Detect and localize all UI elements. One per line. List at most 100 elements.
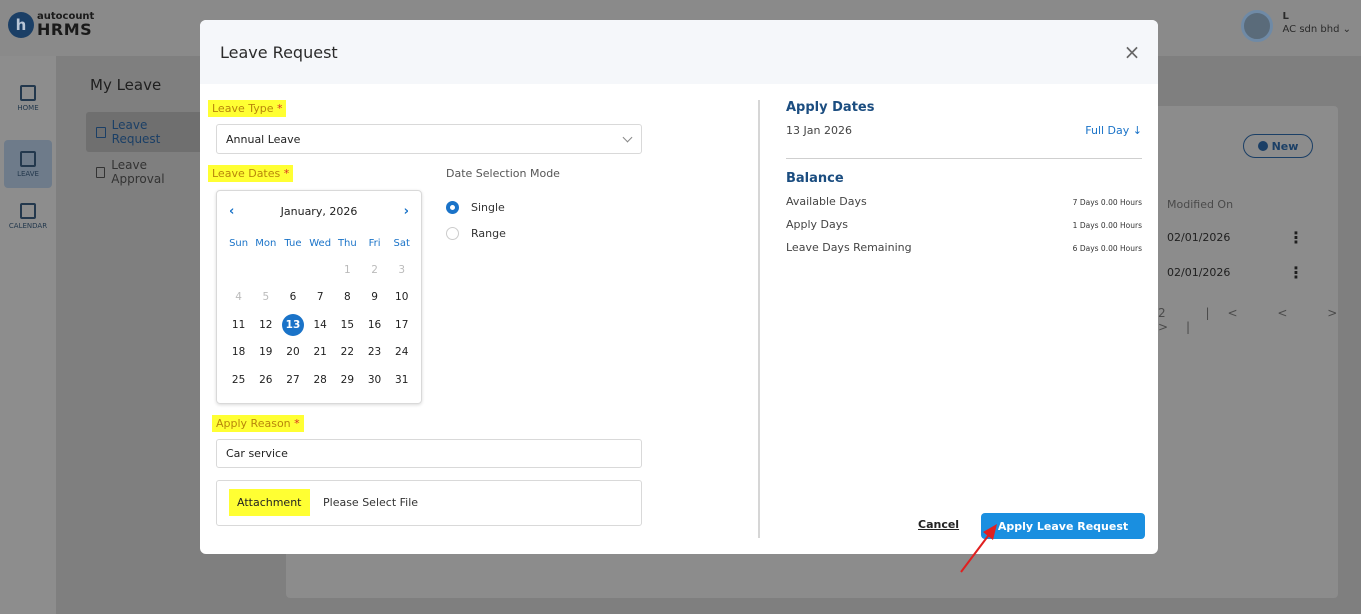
date-mode-label: Date Selection Mode bbox=[446, 167, 560, 180]
label-text: Leave Dates bbox=[212, 167, 281, 180]
submenu-label: Leave Approval bbox=[111, 158, 165, 186]
calendar-day[interactable]: 11 bbox=[225, 312, 252, 339]
leave-type-select[interactable]: Annual Leave bbox=[216, 124, 642, 154]
app-logo[interactable]: h autocount HRMS bbox=[8, 12, 94, 38]
calendar-day[interactable]: 30 bbox=[361, 367, 388, 394]
calendar-day[interactable]: 20 bbox=[279, 339, 306, 366]
required-mark: * bbox=[283, 167, 290, 180]
apply-date-value: 13 Jan 2026 bbox=[786, 124, 852, 137]
calendar-day[interactable]: 27 bbox=[279, 367, 306, 394]
calendar-day[interactable]: 15 bbox=[334, 312, 361, 339]
leave-submenu: Leave Request Leave Approval bbox=[86, 112, 206, 192]
submenu-leave-approval[interactable]: Leave Approval bbox=[86, 152, 206, 192]
remaining-days-label: Leave Days Remaining bbox=[786, 241, 912, 254]
user-name: L bbox=[1282, 11, 1289, 22]
cancel-button[interactable]: Cancel bbox=[918, 518, 959, 531]
radio-range[interactable]: Range bbox=[446, 227, 506, 240]
calendar-day[interactable]: 24 bbox=[388, 339, 415, 366]
sidebar-item-home[interactable]: HOME bbox=[0, 74, 56, 122]
weekday-header: Sat bbox=[393, 238, 410, 249]
table-cell: 02/01/2026 bbox=[1167, 266, 1231, 279]
document-icon bbox=[96, 166, 106, 178]
calendar-day[interactable]: 31 bbox=[388, 367, 415, 394]
weekday-header: Thu bbox=[337, 238, 357, 249]
apply-leave-request-button[interactable]: Apply Leave Request bbox=[981, 513, 1145, 539]
calendar-day[interactable]: 19 bbox=[252, 339, 279, 366]
calendar-day[interactable]: 28 bbox=[307, 367, 334, 394]
apply-reason-value: Car service bbox=[226, 447, 288, 460]
user-menu[interactable]: L AC sdn bhd ⌄ bbox=[1240, 10, 1352, 42]
calendar-day[interactable]: 16 bbox=[361, 312, 388, 339]
calendar-day-empty bbox=[225, 257, 252, 284]
calendar-day[interactable]: 14 bbox=[307, 312, 334, 339]
sidebar-item-label: LEAVE bbox=[17, 169, 39, 178]
calendar-day[interactable]: 6 bbox=[279, 284, 306, 311]
calendar-day[interactable]: 5 bbox=[252, 284, 279, 311]
page-title: My Leave bbox=[90, 76, 162, 94]
available-days-label: Available Days bbox=[786, 195, 867, 208]
calendar-day[interactable]: 13 bbox=[279, 312, 306, 339]
label-text: Apply Reason bbox=[216, 417, 291, 430]
pager-controls[interactable]: |< < > >| bbox=[1158, 306, 1355, 334]
calendar-day[interactable]: 1 bbox=[334, 257, 361, 284]
sidebar-item-calendar[interactable]: CALENDAR bbox=[0, 192, 56, 240]
weekday-header: Sun bbox=[229, 238, 249, 249]
apply-days-label: Apply Days bbox=[786, 218, 849, 231]
attachment-field[interactable]: Attachment Please Select File bbox=[216, 480, 642, 526]
radio-single[interactable]: Single bbox=[446, 201, 505, 214]
calendar-day[interactable]: 3 bbox=[388, 257, 415, 284]
calendar-day[interactable]: 7 bbox=[307, 284, 334, 311]
row-menu-icon[interactable]: ⋮ bbox=[1288, 228, 1304, 247]
close-icon[interactable]: × bbox=[1122, 42, 1142, 62]
divider bbox=[786, 158, 1142, 159]
date-picker: ‹ January, 2026 › Sun Mon Tue Wed Thu Fri Sat 1… bbox=[216, 190, 422, 404]
leave-type-label: Leave Type * bbox=[208, 100, 287, 117]
attachment-button[interactable]: Attachment bbox=[229, 489, 310, 516]
calendar-day[interactable]: 12 bbox=[252, 312, 279, 339]
calendar-day[interactable]: 23 bbox=[361, 339, 388, 366]
full-day-dropdown[interactable]: Full Day ↓ bbox=[1085, 124, 1142, 137]
new-button[interactable]: New bbox=[1243, 134, 1313, 158]
calendar-day[interactable]: 8 bbox=[334, 284, 361, 311]
pagination[interactable]: 2 |< < > >| bbox=[1158, 306, 1361, 334]
calendar-day[interactable]: 17 bbox=[388, 312, 415, 339]
sidebar-item-label: HOME bbox=[17, 103, 39, 112]
weekday-header: Tue bbox=[284, 238, 302, 249]
radio-unchecked-icon[interactable] bbox=[446, 227, 459, 240]
required-mark: * bbox=[294, 417, 300, 430]
label-text: Leave Type bbox=[212, 102, 274, 115]
leave-dates-label: Leave Dates * bbox=[208, 165, 294, 182]
remaining-days-value: 6 Days 0.00 Hours bbox=[1072, 244, 1142, 253]
calendar-day[interactable]: 22 bbox=[334, 339, 361, 366]
calendar-day[interactable]: 2 bbox=[361, 257, 388, 284]
submenu-label: Leave Request bbox=[111, 118, 161, 146]
weekday-header: Mon bbox=[255, 238, 277, 249]
sidebar-item-leave[interactable]: LEAVE bbox=[4, 140, 52, 188]
apply-reason-input[interactable]: Car service bbox=[216, 439, 642, 468]
chevron-left-icon[interactable]: ‹ bbox=[229, 204, 234, 219]
apply-reason-label: Apply Reason * bbox=[212, 415, 304, 432]
calendar-day-empty bbox=[307, 257, 334, 284]
apply-dates-title: Apply Dates bbox=[786, 100, 875, 115]
chevron-right-icon[interactable]: › bbox=[404, 204, 409, 219]
chevron-down-icon bbox=[622, 132, 633, 143]
calendar-day[interactable]: 29 bbox=[334, 367, 361, 394]
pager-page: 2 bbox=[1158, 306, 1184, 320]
calendar-day[interactable]: 4 bbox=[225, 284, 252, 311]
calendar-day[interactable]: 21 bbox=[307, 339, 334, 366]
user-company: AC sdn bhd ⌄ bbox=[1282, 24, 1352, 35]
calendar-day[interactable]: 9 bbox=[361, 284, 388, 311]
submenu-leave-request[interactable]: Leave Request bbox=[86, 112, 206, 152]
required-mark: * bbox=[276, 102, 283, 115]
leave-request-dialog: Leave Request × Leave Type * Annual Leav… bbox=[200, 20, 1158, 554]
calendar-day[interactable]: 26 bbox=[252, 367, 279, 394]
red-arrow-annotation bbox=[960, 524, 997, 573]
radio-checked-icon[interactable] bbox=[446, 201, 459, 214]
calendar-day[interactable]: 18 bbox=[225, 339, 252, 366]
logo-big-text: HRMS bbox=[37, 20, 93, 39]
leave-type-value: Annual Leave bbox=[226, 132, 301, 146]
row-menu-icon[interactable]: ⋮ bbox=[1288, 263, 1304, 282]
calendar-day[interactable]: 10 bbox=[388, 284, 415, 311]
avatar bbox=[1240, 10, 1273, 42]
calendar-day[interactable]: 25 bbox=[225, 367, 252, 394]
